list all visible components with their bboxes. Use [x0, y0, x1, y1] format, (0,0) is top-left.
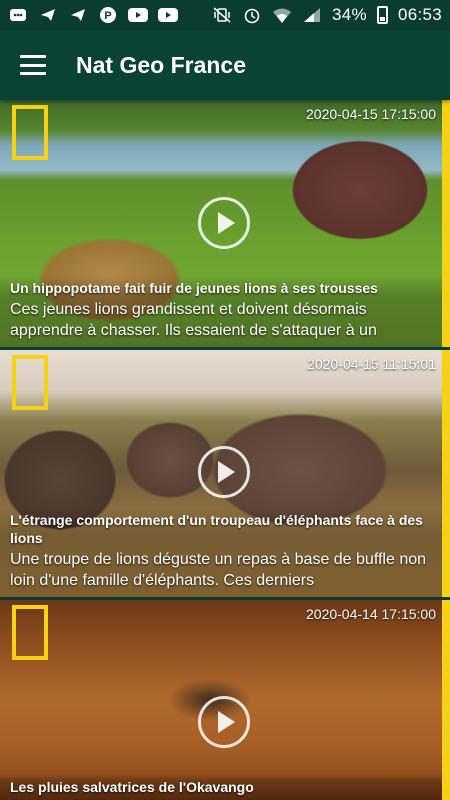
signal-icon: [302, 6, 322, 24]
play-button[interactable]: [198, 446, 250, 498]
article-description: Une troupe de lions déguste un repas à b…: [10, 551, 427, 589]
article-title: L'étrange comportement d'un troupeau d'é…: [10, 512, 423, 546]
menu-icon[interactable]: [20, 55, 46, 75]
play-icon: [218, 461, 235, 483]
play-button[interactable]: [198, 696, 250, 748]
article-card[interactable]: 2020-04-14 17:15:00 Les pluies salvatric…: [0, 600, 450, 800]
vibrate-icon: [212, 6, 232, 24]
chat-icon: [8, 6, 28, 24]
play-icon: [218, 212, 235, 234]
article-caption: Les pluies salvatrices de l'Okavango: [0, 774, 442, 800]
app-bar: Nat Geo France: [0, 30, 450, 100]
telegram-icon: [68, 6, 88, 24]
notification-icons: P: [8, 6, 178, 24]
battery-percent: 34%: [332, 5, 367, 24]
youtube-icon: [158, 6, 178, 24]
system-status: 34% 06:53: [212, 5, 442, 25]
article-card[interactable]: 2020-04-15 11:15:01 L'étrange comporteme…: [0, 350, 450, 597]
nat-geo-logo-icon: [12, 355, 48, 410]
article-timestamp: 2020-04-15 17:15:00: [306, 106, 436, 122]
battery-icon: [376, 6, 388, 24]
article-feed[interactable]: 2020-04-15 17:15:00 Un hippopotame fait …: [0, 100, 450, 800]
alarm-icon: [242, 6, 262, 24]
wifi-icon: [272, 6, 292, 24]
pinterest-icon: P: [98, 6, 118, 24]
youtube-icon: [128, 6, 148, 24]
app-title: Nat Geo France: [76, 51, 246, 78]
clock: 06:53: [397, 5, 442, 24]
article-card[interactable]: 2020-04-15 17:15:00 Un hippopotame fait …: [0, 100, 450, 347]
play-button[interactable]: [198, 197, 250, 249]
svg-text:P: P: [104, 10, 111, 22]
article-title: Les pluies salvatrices de l'Okavango: [10, 779, 254, 795]
status-bar: P 34% 06:53: [0, 0, 450, 30]
nat-geo-logo-icon: [12, 605, 48, 660]
play-icon: [218, 711, 235, 733]
article-title: Un hippopotame fait fuir de jeunes lions…: [10, 280, 378, 296]
article-timestamp: 2020-04-14 17:15:00: [306, 606, 436, 622]
article-caption: L'étrange comportement d'un troupeau d'é…: [0, 507, 442, 597]
article-caption: Un hippopotame fait fuir de jeunes lions…: [0, 275, 442, 347]
nat-geo-logo-icon: [12, 105, 48, 160]
article-timestamp: 2020-04-15 11:15:01: [307, 356, 436, 372]
telegram-icon: [38, 6, 58, 24]
article-description: Ces jeunes lions grandissent et doivent …: [10, 301, 377, 339]
